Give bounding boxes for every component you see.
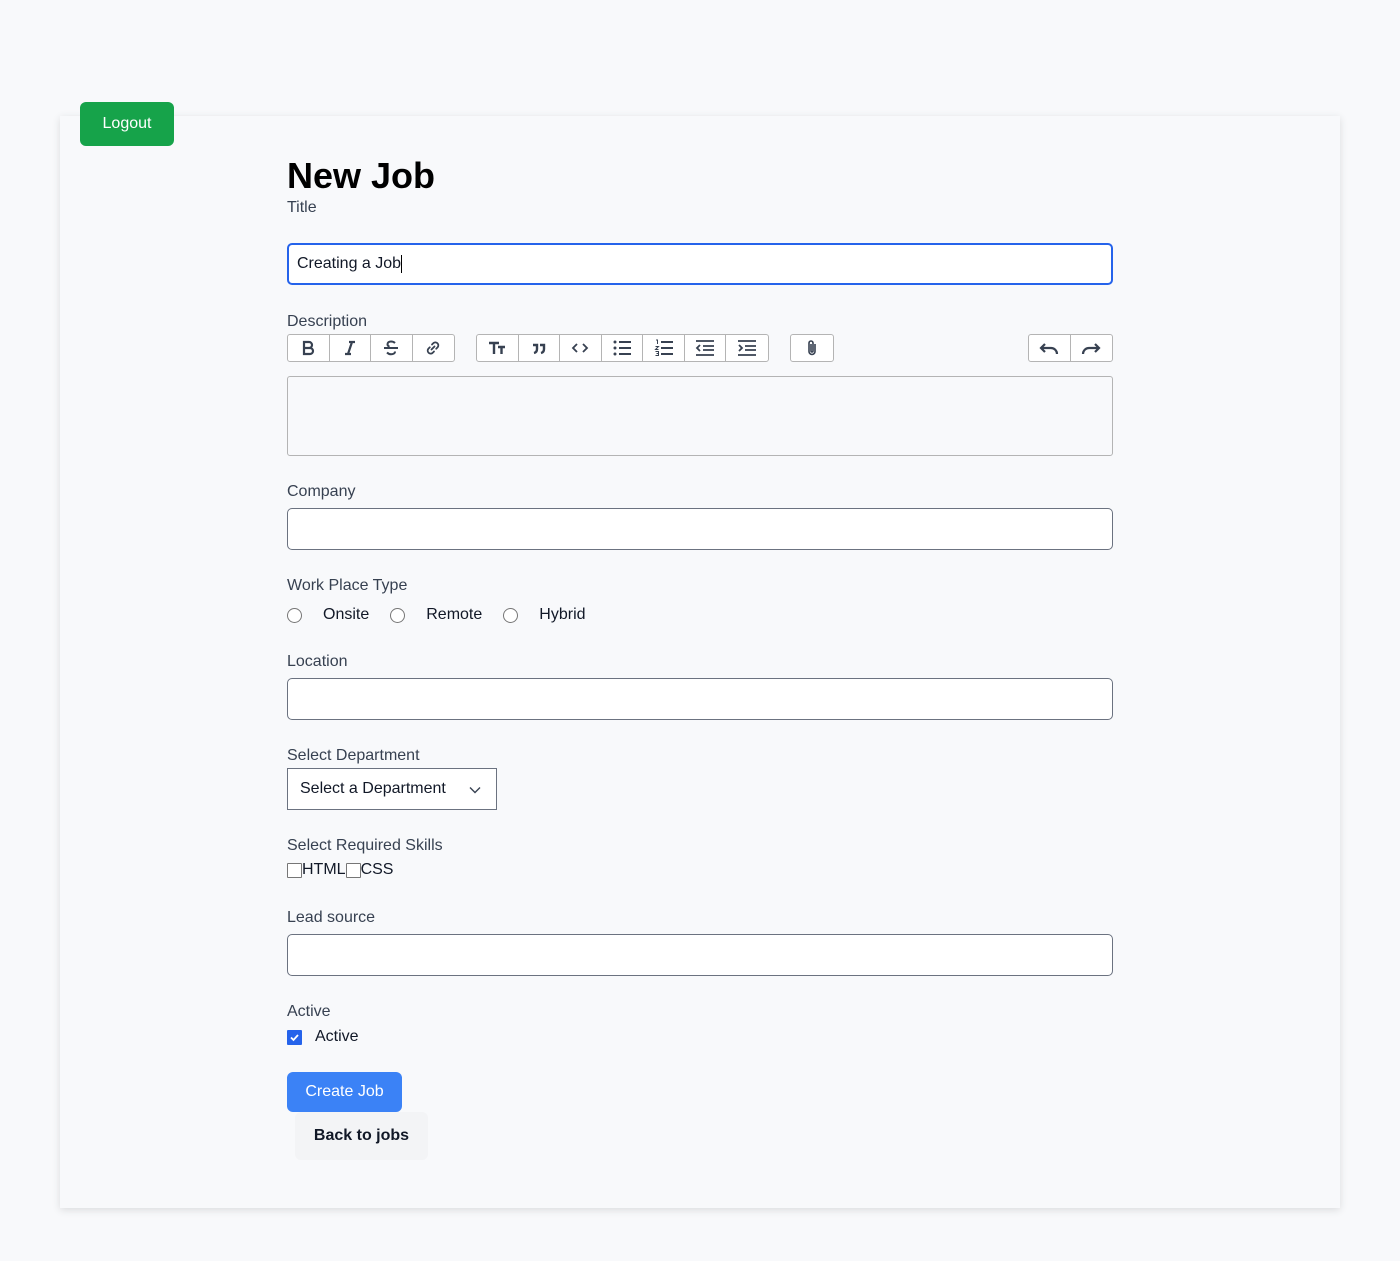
block-tools-group [476, 334, 769, 362]
hybrid-radio-label: Hybrid [539, 606, 586, 623]
department-label: Select Department [287, 747, 420, 764]
undo-icon [1039, 343, 1059, 355]
department-select[interactable]: Select a Department [287, 768, 497, 810]
bold-icon [303, 340, 315, 356]
code-icon [572, 343, 589, 353]
bullet-list-icon [613, 340, 632, 356]
remote-radio-label: Remote [426, 606, 483, 623]
redo-button[interactable] [1071, 335, 1113, 361]
page-title: New Job [287, 155, 436, 196]
outdent-icon [695, 340, 715, 356]
text-caret [401, 255, 403, 273]
title-input-value: Creating a Job [297, 255, 402, 272]
chevron-down-icon [469, 787, 481, 794]
undo-button[interactable] [1029, 335, 1071, 361]
description-editor[interactable] [287, 376, 1113, 456]
description-label: Description [287, 313, 368, 330]
company-input[interactable] [287, 508, 1113, 550]
numbered-list-button[interactable] [643, 335, 685, 361]
html-checkbox-label: HTML [302, 861, 346, 878]
numbered-list-icon [653, 339, 673, 356]
active-checkbox-row: Active [287, 1027, 359, 1047]
lead-source-label: Lead source [287, 909, 376, 926]
outdent-button[interactable] [685, 335, 727, 361]
back-to-jobs-button[interactable]: Back to jobs [295, 1112, 428, 1160]
skills-checkbox-group: HTML CSS [287, 860, 393, 880]
quote-icon [532, 343, 546, 355]
link-icon [427, 341, 440, 355]
department-select-value: Select a Department [300, 780, 446, 797]
code-button[interactable] [560, 335, 602, 361]
css-checkbox-label: CSS [360, 861, 394, 878]
attach-icon [808, 340, 816, 356]
skills-label: Select Required Skills [287, 837, 443, 854]
strikethrough-button[interactable] [371, 335, 413, 361]
heading-button[interactable] [477, 335, 519, 361]
title-label: Title [287, 199, 317, 216]
logout-button[interactable]: Logout [80, 102, 174, 146]
create-job-button[interactable]: Create Job [287, 1072, 402, 1112]
html-checkbox[interactable] [287, 862, 302, 878]
checkmark-icon [290, 1033, 299, 1041]
link-button[interactable] [413, 335, 454, 361]
onsite-radio[interactable] [287, 607, 302, 623]
active-checkbox[interactable] [287, 1029, 302, 1045]
bold-button[interactable] [288, 335, 330, 361]
redo-icon [1082, 343, 1101, 355]
active-label: Active [287, 1003, 331, 1020]
italic-icon [344, 340, 355, 356]
heading-icon [489, 341, 506, 354]
css-checkbox[interactable] [345, 862, 361, 878]
onsite-radio-label: Onsite [323, 606, 370, 623]
bullet-list-button[interactable] [602, 335, 644, 361]
italic-button[interactable] [330, 335, 371, 361]
active-checkbox-label: Active [315, 1028, 359, 1045]
location-label: Location [287, 653, 348, 670]
strikethrough-icon [384, 340, 399, 356]
location-input[interactable] [287, 678, 1113, 720]
remote-radio[interactable] [390, 607, 406, 623]
title-input[interactable]: Creating a Job [287, 243, 1113, 285]
attach-button[interactable] [791, 335, 833, 361]
text-tools-group [287, 334, 455, 362]
workplace-radio-group: Onsite Remote Hybrid [287, 604, 586, 626]
indent-icon [738, 340, 757, 356]
workplace-label: Work Place Type [287, 577, 408, 594]
company-label: Company [287, 483, 356, 500]
hybrid-radio[interactable] [503, 607, 519, 623]
history-tools-group [1028, 334, 1113, 362]
lead-source-input[interactable] [287, 934, 1113, 976]
quote-button[interactable] [519, 335, 561, 361]
file-tools-group [790, 334, 834, 362]
indent-button[interactable] [726, 335, 768, 361]
